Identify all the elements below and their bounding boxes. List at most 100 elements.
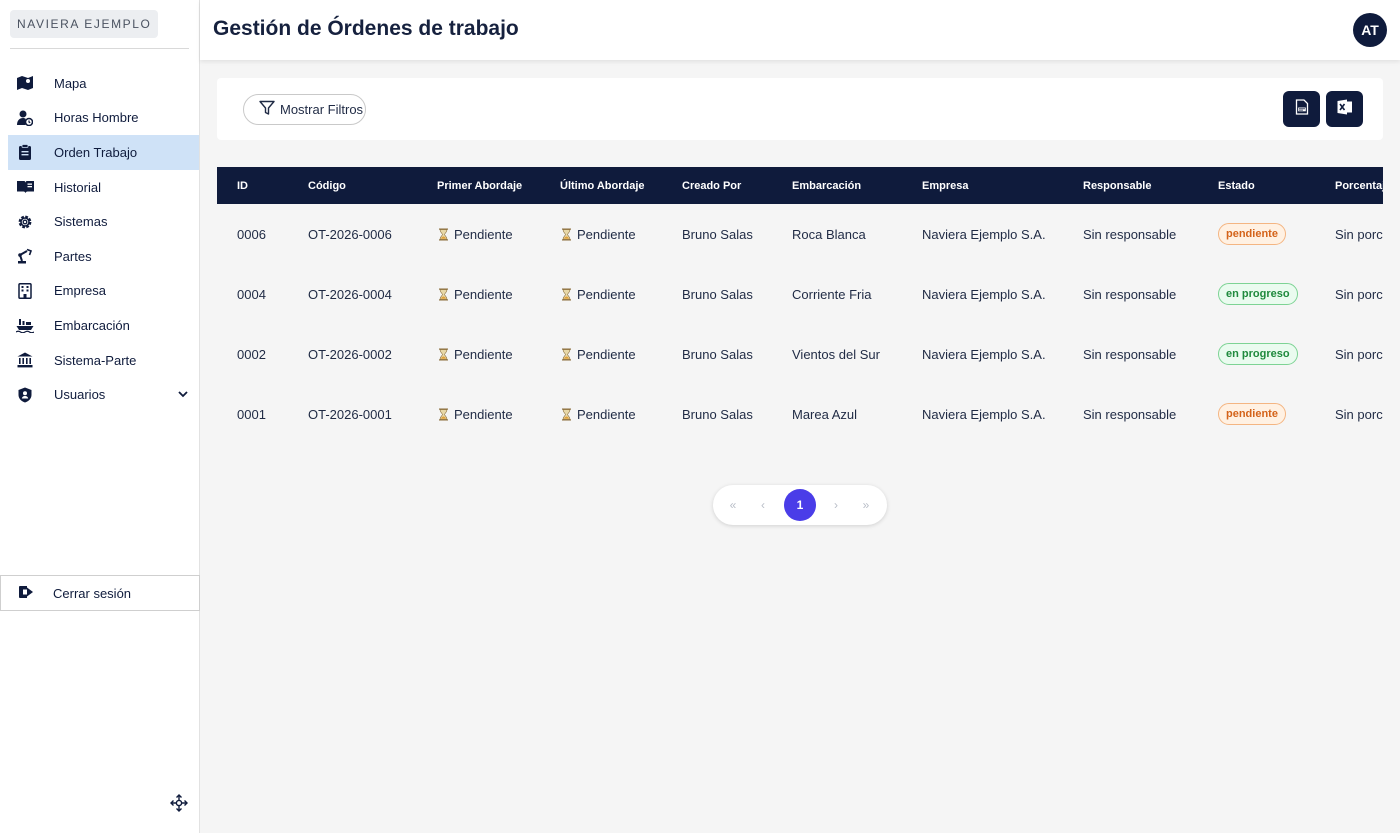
col-header-empresa[interactable]: Empresa bbox=[902, 167, 1063, 204]
col-header-embarcacion[interactable]: Embarcación bbox=[772, 167, 902, 204]
export-pdf-button[interactable] bbox=[1283, 91, 1320, 127]
first-page-button[interactable]: « bbox=[717, 489, 749, 521]
cell-porcentaje: Sin porcentaje bbox=[1335, 406, 1383, 422]
pdf-file-icon bbox=[1295, 98, 1309, 120]
hourglass-icon bbox=[439, 288, 448, 300]
col-header-estado[interactable]: Estado bbox=[1198, 167, 1315, 204]
sidebar-item-embarcacion[interactable]: Embarcación bbox=[8, 308, 199, 343]
cell-embarcacion: Vientos del Sur bbox=[792, 346, 880, 362]
sidebar-item-sistemas[interactable]: Sistemas bbox=[8, 204, 199, 239]
col-header-responsable[interactable]: Responsable bbox=[1063, 167, 1198, 204]
pagination: « ‹ 1 › » bbox=[713, 485, 887, 525]
sidebar-item-label: Empresa bbox=[54, 283, 107, 299]
cell-ultimo-abordaje-text: Pendiente bbox=[577, 226, 636, 242]
table-row[interactable]: 0004 OT-2026-0004 Pendiente Pendiente Br… bbox=[217, 264, 1383, 324]
col-header-codigo[interactable]: Código bbox=[288, 167, 417, 204]
sidebar-nav: Mapa Horas Hombre Orden Trabajo Historia… bbox=[8, 66, 199, 412]
cell-porcentaje: Sin porcentaje bbox=[1335, 346, 1383, 362]
cell-creado-por: Bruno Salas bbox=[682, 346, 753, 362]
col-header-creado-por[interactable]: Creado Por bbox=[662, 167, 772, 204]
sidebar-item-orden-trabajo[interactable]: Orden Trabajo bbox=[8, 135, 199, 170]
avatar[interactable]: AT bbox=[1353, 13, 1387, 47]
cell-id: 0002 bbox=[237, 346, 266, 362]
status-badge: pendiente bbox=[1218, 223, 1286, 245]
status-badge: pendiente bbox=[1218, 403, 1286, 425]
table-row[interactable]: 0006 OT-2026-0006 Pendiente Pendiente Br… bbox=[217, 204, 1383, 264]
col-header-id[interactable]: ID bbox=[217, 167, 288, 204]
last-page-button[interactable]: » bbox=[850, 489, 882, 521]
cell-creado-por: Bruno Salas bbox=[682, 406, 753, 422]
work-orders-table: ID Código Primer Abordaje Último Abordaj… bbox=[217, 167, 1383, 443]
table-row[interactable]: 0002 OT-2026-0002 Pendiente Pendiente Br… bbox=[217, 324, 1383, 384]
hourglass-icon bbox=[562, 408, 571, 420]
cell-estado: pendiente bbox=[1198, 204, 1315, 264]
cell-primer-abordaje: Pendiente bbox=[417, 264, 540, 324]
excel-icon bbox=[1337, 99, 1353, 120]
cell-responsable: Sin responsable bbox=[1083, 286, 1177, 302]
sidebar-item-horas-hombre[interactable]: Horas Hombre bbox=[8, 101, 199, 136]
move-handle-icon[interactable] bbox=[170, 794, 188, 812]
brand-divider bbox=[10, 48, 189, 49]
ship-icon bbox=[16, 316, 34, 334]
sidebar-item-label: Partes bbox=[54, 248, 92, 264]
map-icon bbox=[16, 74, 34, 92]
next-page-button[interactable]: › bbox=[820, 489, 852, 521]
cell-embarcacion: Marea Azul bbox=[792, 406, 858, 422]
cell-estado: en progreso bbox=[1198, 264, 1315, 324]
table-row[interactable]: 0001 OT-2026-0001 Pendiente Pendiente Br… bbox=[217, 384, 1383, 443]
cell-codigo: OT-2026-0006 bbox=[308, 226, 392, 242]
cell-empresa: Naviera Ejemplo S.A. bbox=[922, 226, 1046, 242]
hourglass-icon bbox=[439, 228, 448, 240]
cell-ultimo-abordaje: Pendiente bbox=[540, 324, 662, 384]
filter-icon bbox=[259, 100, 275, 119]
hourglass-icon bbox=[562, 348, 571, 360]
col-header-ultimo-abordaje[interactable]: Último Abordaje bbox=[540, 167, 662, 204]
cell-porcentaje: Sin porcentaje bbox=[1335, 286, 1383, 302]
sidebar-item-label: Usuarios bbox=[54, 387, 106, 403]
cell-codigo: OT-2026-0002 bbox=[308, 346, 392, 362]
hourglass-icon bbox=[439, 408, 448, 420]
sidebar-item-usuarios[interactable]: Usuarios bbox=[8, 377, 199, 412]
status-badge: en progreso bbox=[1218, 283, 1298, 305]
user-clock-icon bbox=[16, 109, 34, 127]
institution-icon bbox=[16, 351, 34, 369]
cell-ultimo-abordaje: Pendiente bbox=[540, 384, 662, 443]
show-filters-button[interactable]: Mostrar Filtros bbox=[243, 94, 366, 125]
col-header-porcentaje[interactable]: Porcentaje bbox=[1315, 167, 1383, 204]
cell-empresa: Naviera Ejemplo S.A. bbox=[922, 286, 1046, 302]
page-1-button[interactable]: 1 bbox=[784, 489, 816, 521]
show-filters-label: Mostrar Filtros bbox=[280, 102, 364, 117]
prev-page-button[interactable]: ‹ bbox=[747, 489, 779, 521]
cell-embarcacion: Corriente Fria bbox=[792, 286, 872, 302]
sidebar-item-mapa[interactable]: Mapa bbox=[8, 66, 199, 101]
hourglass-icon bbox=[562, 228, 571, 240]
top-header: Gestión de Órdenes de trabajo AT bbox=[200, 0, 1400, 60]
cell-primer-abordaje-text: Pendiente bbox=[454, 346, 513, 362]
cell-ultimo-abordaje-text: Pendiente bbox=[577, 346, 636, 362]
cell-ultimo-abordaje: Pendiente bbox=[540, 204, 662, 264]
cell-primer-abordaje: Pendiente bbox=[417, 384, 540, 443]
cell-ultimo-abordaje-text: Pendiente bbox=[577, 286, 636, 302]
cell-creado-por: Bruno Salas bbox=[682, 226, 753, 242]
page-title: Gestión de Órdenes de trabajo bbox=[213, 17, 519, 40]
cell-id: 0004 bbox=[237, 286, 266, 302]
logout-button[interactable]: Cerrar sesión bbox=[0, 575, 200, 611]
col-header-primer-abordaje[interactable]: Primer Abordaje bbox=[417, 167, 540, 204]
cell-primer-abordaje-text: Pendiente bbox=[454, 226, 513, 242]
sidebar-item-empresa[interactable]: Empresa bbox=[8, 274, 199, 309]
cell-creado-por: Bruno Salas bbox=[682, 286, 753, 302]
sidebar-item-historial[interactable]: Historial bbox=[8, 170, 199, 205]
sidebar-item-partes[interactable]: Partes bbox=[8, 239, 199, 274]
export-excel-button[interactable] bbox=[1326, 91, 1363, 127]
logout-icon bbox=[18, 585, 34, 602]
table-header-row: ID Código Primer Abordaje Último Abordaj… bbox=[217, 167, 1383, 204]
chevron-down-icon[interactable] bbox=[177, 388, 189, 400]
cell-id: 0001 bbox=[237, 406, 266, 422]
book-icon bbox=[16, 178, 34, 196]
logout-label: Cerrar sesión bbox=[53, 585, 132, 601]
sidebar-item-label: Embarcación bbox=[54, 317, 130, 333]
sidebar-item-sistema-parte[interactable]: Sistema-Parte bbox=[8, 343, 199, 378]
status-badge: en progreso bbox=[1218, 343, 1298, 365]
gear-icon bbox=[16, 213, 34, 231]
brand-logo: NAVIERA EJEMPLO bbox=[10, 10, 159, 38]
